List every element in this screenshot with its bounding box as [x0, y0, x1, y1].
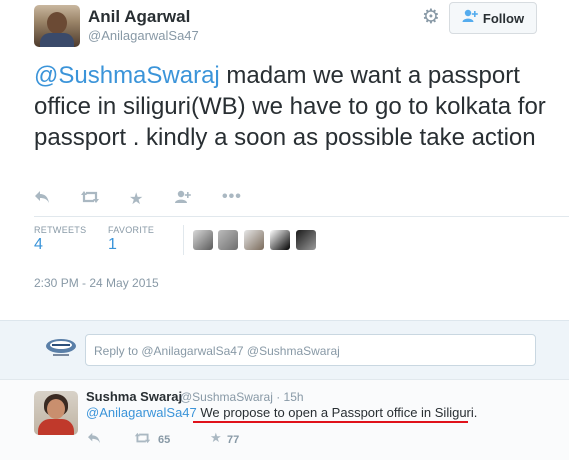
- favoriter-avatar[interactable]: [270, 230, 290, 250]
- avatar-face: [47, 399, 65, 419]
- retweets-count[interactable]: 4: [34, 236, 43, 254]
- reply-input[interactable]: Reply to @AnilagarwalSa47 @SushmaSwaraj: [85, 334, 536, 366]
- follow-label: Follow: [482, 10, 525, 26]
- tweet-text: @SushmaSwaraj madam we want a passport o…: [34, 60, 554, 153]
- more-icon[interactable]: •••: [222, 188, 242, 206]
- gear-icon[interactable]: ⚙: [419, 5, 443, 29]
- favoriter-avatar[interactable]: [218, 230, 238, 250]
- favorite-label: FAVORITE: [108, 225, 155, 235]
- favoriter-avatar[interactable]: [296, 230, 316, 250]
- retweet-icon[interactable]: [134, 432, 151, 447]
- reply-icon[interactable]: [87, 432, 101, 447]
- favorite-icon[interactable]: ★: [129, 189, 143, 209]
- tweet-mention[interactable]: @SushmaSwaraj: [34, 62, 220, 89]
- follow-icon[interactable]: [174, 190, 192, 209]
- reply-retweet-count: 65: [158, 434, 171, 446]
- follow-button[interactable]: Follow: [449, 2, 537, 34]
- reply-author-avatar[interactable]: [34, 391, 78, 435]
- favoriter-avatar[interactable]: [244, 230, 264, 250]
- reply-mention[interactable]: @AnilagarwalSa47: [86, 405, 197, 420]
- avatar-shirt: [40, 33, 74, 47]
- add-user-icon: [462, 9, 478, 27]
- author-name[interactable]: Anil Agarwal: [88, 7, 190, 27]
- reply-author-name[interactable]: Sushma Swaraj: [86, 389, 182, 404]
- retweets-label: RETWEETS: [34, 225, 87, 235]
- tweet-timestamp[interactable]: 2:30 PM - 24 May 2015: [34, 276, 159, 290]
- reply-text: @AnilagarwalSa47 We propose to open a Pa…: [86, 405, 477, 420]
- current-user-avatar: [44, 335, 78, 359]
- author-handle[interactable]: @AnilagarwalSa47: [88, 28, 199, 43]
- stats-divider: [183, 225, 184, 255]
- favorite-icon[interactable]: ★: [210, 430, 222, 446]
- reply-icon[interactable]: [34, 190, 50, 209]
- favorite-count[interactable]: 1: [108, 236, 117, 254]
- favoriter-avatar[interactable]: [193, 230, 213, 250]
- retweet-icon[interactable]: [80, 190, 100, 209]
- reply-favorite-count: 77: [227, 434, 240, 446]
- divider: [34, 216, 569, 217]
- avatar-face: [47, 12, 67, 34]
- author-avatar[interactable]: [34, 5, 80, 47]
- reply-body: We propose to open a Passport office in …: [196, 405, 478, 420]
- reply-handle-time[interactable]: @SushmaSwaraj · 15h: [180, 390, 304, 404]
- avatar-sari: [38, 419, 74, 435]
- highlight-underline: [193, 421, 468, 423]
